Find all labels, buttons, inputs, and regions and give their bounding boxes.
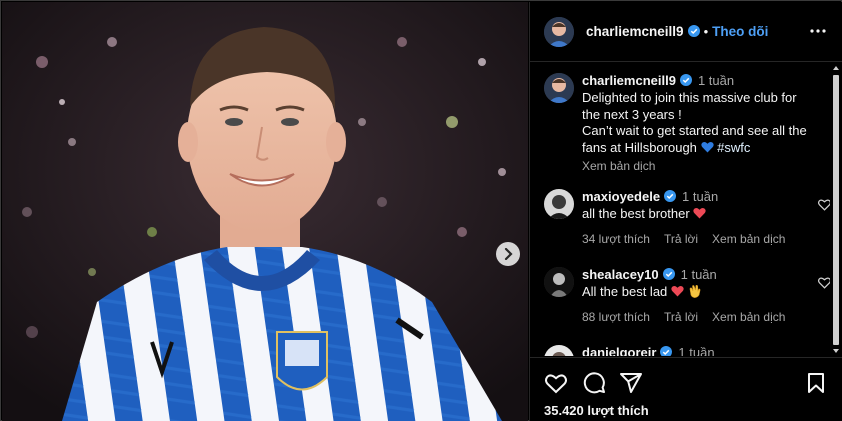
comment-meta: 88 lượt thích Trả lời Xem bản dịch — [582, 310, 820, 324]
red-heart-emoji — [671, 285, 684, 297]
avatar-image — [544, 345, 574, 356]
caption-line: Delighted to join this massive club for — [582, 90, 797, 105]
heart-icon[interactable] — [817, 275, 830, 290]
comment-body: shealacey10 1 tuần All the best lad 88 lư… — [582, 267, 820, 324]
caption-line: the next 3 years ! — [582, 106, 682, 122]
comment-body: maxioyedele 1 tuần all the best brother 3… — [582, 189, 820, 246]
heart-icon[interactable] — [544, 371, 568, 395]
comment-text-content: all the best brother — [582, 206, 690, 221]
caption-avatar[interactable] — [544, 73, 574, 103]
like-count[interactable]: 35.420 lượt thích — [544, 403, 649, 418]
comment-meta: 34 lượt thích Trả lời Xem bản dịch — [582, 232, 820, 246]
post-side-panel: charliemcneill9 • Theo dõi charliemcneil… — [529, 2, 842, 421]
comment-translate-link[interactable]: Xem bản dịch — [712, 310, 785, 324]
share-icon[interactable] — [619, 371, 643, 395]
comment-username[interactable]: danielgoreir — [582, 345, 656, 356]
comments-list[interactable]: charliemcneill9 1 tuần Delighted to join … — [530, 63, 830, 356]
author-avatar[interactable] — [544, 16, 574, 47]
comment-time[interactable]: 1 tuần — [678, 345, 714, 356]
separator-dot: • — [703, 23, 709, 39]
comment-avatar[interactable] — [544, 345, 574, 356]
reply-button[interactable]: Trả lời — [664, 310, 698, 324]
red-heart-emoji — [693, 207, 706, 219]
caption-text: Delighted to join this massive club for … — [582, 90, 820, 156]
comment-icon[interactable] — [582, 371, 606, 395]
post-header: charliemcneill9 • Theo dõi — [530, 2, 842, 62]
post-photo[interactable] — [2, 2, 528, 421]
clap-emoji — [689, 284, 700, 298]
player-photo-illustration — [2, 2, 528, 421]
comment-translate-link[interactable]: Xem bản dịch — [712, 232, 785, 246]
comment-username[interactable]: shealacey10 — [582, 267, 659, 282]
caption-line: fans at Hillsborough #swfc — [582, 140, 820, 157]
comment-text: All the best lad — [582, 284, 820, 301]
verified-badge-icon — [679, 74, 692, 86]
next-photo-button[interactable] — [496, 242, 520, 266]
caption-line: Can’t wait to get started and see all th… — [582, 123, 807, 138]
comment-text-content: All the best lad — [582, 284, 668, 299]
reply-button[interactable]: Trả lời — [664, 232, 698, 246]
comment-avatar[interactable] — [544, 267, 574, 297]
comment-body: danielgoreir 1 tuần — [582, 345, 820, 356]
comment-time[interactable]: 1 tuần — [682, 189, 718, 204]
hashtag-link[interactable]: #swfc — [717, 140, 750, 155]
scroll-up-arrow-icon[interactable] — [832, 64, 840, 72]
avatar-image — [544, 189, 574, 219]
comment-avatar[interactable] — [544, 189, 574, 219]
comment-username[interactable]: maxioyedele — [582, 189, 660, 204]
instagram-post-window: charliemcneill9 • Theo dõi charliemcneil… — [0, 0, 842, 421]
caption-time[interactable]: 1 tuần — [698, 73, 734, 88]
verified-badge-icon — [660, 346, 673, 356]
avatar-image — [544, 267, 574, 297]
comments-scrollbar[interactable] — [830, 63, 842, 356]
heart-icon[interactable] — [817, 197, 830, 212]
comment-likes[interactable]: 34 lượt thích — [582, 232, 650, 246]
avatar-image — [544, 16, 574, 47]
comment-likes[interactable]: 88 lượt thích — [582, 310, 650, 324]
post-actions: 35.420 lượt thích — [530, 357, 842, 421]
comment-time[interactable]: 1 tuần — [681, 267, 717, 282]
more-options-icon[interactable] — [809, 22, 827, 40]
caption-line-text: fans at Hillsborough — [582, 139, 697, 155]
avatar-image — [544, 73, 574, 103]
author-line: charliemcneill9 • Theo dõi — [586, 23, 768, 41]
scroll-thumb[interactable] — [833, 75, 839, 345]
caption-username[interactable]: charliemcneill9 — [582, 73, 676, 88]
verified-badge-icon — [662, 268, 675, 280]
comment-text: all the best brother — [582, 206, 820, 223]
verified-badge-icon — [687, 24, 700, 37]
bookmark-icon[interactable] — [804, 371, 828, 395]
next-arrow-icon — [504, 248, 513, 260]
blue-heart-emoji — [700, 141, 714, 152]
author-username[interactable]: charliemcneill9 — [586, 24, 684, 39]
scroll-down-arrow-icon[interactable] — [832, 347, 840, 355]
caption-translate-link[interactable]: Xem bản dịch — [582, 159, 820, 173]
caption-body: charliemcneill9 1 tuần Delighted to join … — [582, 73, 820, 173]
verified-badge-icon — [664, 190, 677, 202]
follow-button[interactable]: Theo dõi — [712, 24, 768, 39]
